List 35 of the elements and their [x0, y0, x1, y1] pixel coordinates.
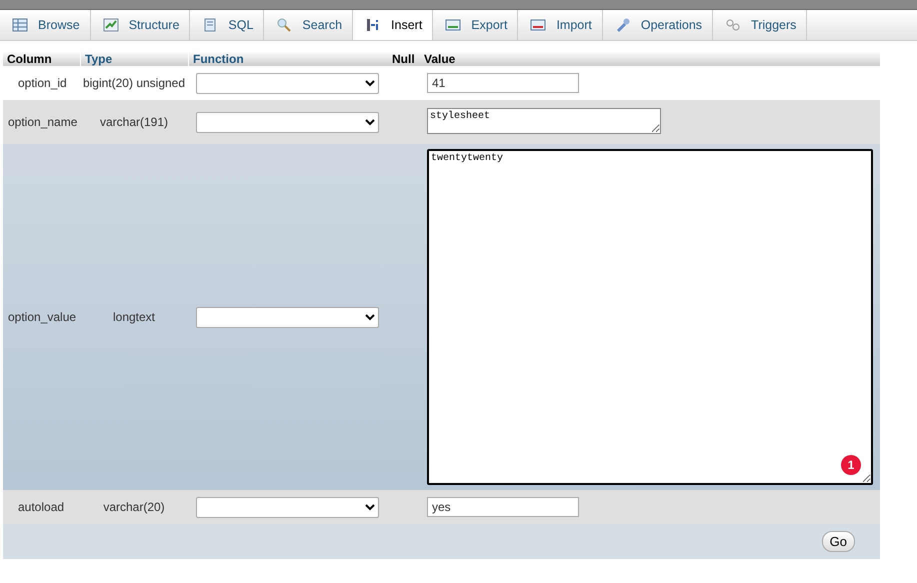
- tab[interactable]: Operations: [602, 10, 714, 40]
- value-field[interactable]: 41: [427, 73, 579, 93]
- table-cell-text: option_id: [17, 76, 68, 90]
- chart-icon: [102, 17, 119, 33]
- table-cell-text: bigint(20) unsigned: [82, 76, 186, 90]
- tab[interactable]: Export: [433, 10, 518, 40]
- go-button[interactable]: Go: [822, 531, 855, 552]
- tab[interactable]: Structure: [90, 10, 190, 40]
- table-cell-text: longtext: [112, 310, 156, 324]
- column-header: Null: [391, 52, 416, 66]
- import-icon: [530, 17, 546, 33]
- function-dropdown[interactable]: [196, 306, 379, 328]
- scroll-icon: [202, 17, 218, 33]
- table-cell-text: varchar(20): [102, 500, 166, 514]
- function-dropdown[interactable]: [196, 496, 379, 518]
- wrench-icon: [614, 17, 631, 33]
- search-icon: [276, 17, 292, 33]
- tab[interactable]: Insert: [353, 10, 434, 40]
- value-field[interactable]: yes: [427, 497, 579, 517]
- table-cell-text: option_name: [7, 115, 78, 129]
- gears-icon: [725, 17, 742, 33]
- tab[interactable]: Browse: [0, 10, 91, 40]
- export-icon: [445, 17, 462, 33]
- tab[interactable]: Import: [518, 10, 603, 40]
- tab[interactable]: Triggers: [713, 10, 808, 40]
- function-dropdown[interactable]: [196, 72, 379, 94]
- column-header: Column: [6, 52, 53, 66]
- function-dropdown[interactable]: [196, 112, 379, 132]
- column-header: Value: [423, 52, 456, 66]
- table-cell-text: varchar(191): [98, 115, 170, 129]
- table-cell-text: autoload: [17, 500, 66, 514]
- value-field[interactable]: stylesheet: [427, 108, 661, 134]
- table-cell-text: option_value: [7, 310, 78, 324]
- table-icon: [12, 17, 28, 33]
- tab[interactable]: SQL: [190, 10, 264, 40]
